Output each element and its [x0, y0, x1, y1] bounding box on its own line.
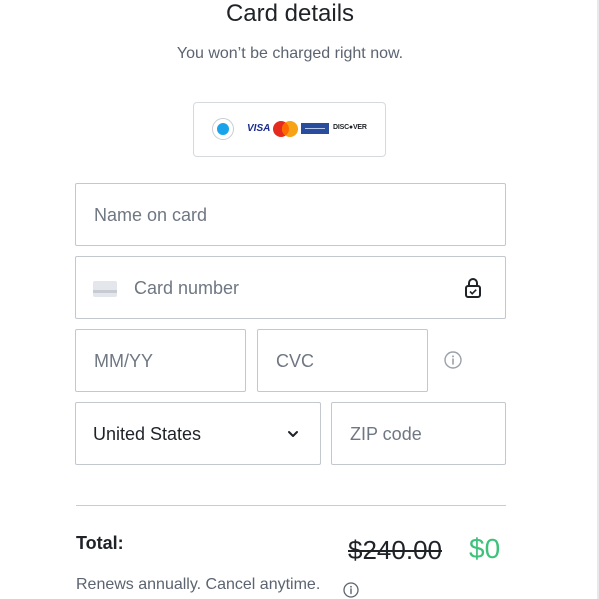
- credit-card-icon: [93, 281, 117, 297]
- card-number-field[interactable]: Card number: [75, 256, 506, 319]
- lock-icon: [465, 278, 481, 298]
- discounted-price: $0: [469, 533, 501, 564]
- expiry-placeholder: MM/YY: [94, 350, 154, 371]
- cvc-placeholder: CVC: [276, 350, 315, 371]
- page-subtitle: You won’t be charged right now.: [176, 45, 404, 62]
- original-price: $240.00: [348, 535, 442, 565]
- summary-divider: [76, 505, 506, 506]
- country-value: United States: [93, 423, 202, 444]
- payment-method-card[interactable]: VISA DISC●VER: [193, 102, 386, 157]
- cvc-field[interactable]: CVC: [257, 329, 428, 392]
- payment-method-radio[interactable]: [212, 118, 234, 140]
- cvc-info-icon[interactable]: [444, 351, 462, 369]
- radio-selected-dot: [217, 123, 229, 135]
- card-number-placeholder: Card number: [134, 277, 240, 298]
- renewal-info-icon[interactable]: [343, 582, 359, 598]
- total-label: Total:: [76, 533, 124, 553]
- zip-code-placeholder: ZIP code: [350, 423, 422, 444]
- chevron-down-icon: [288, 431, 298, 437]
- payment-page: Card details You won’t be charged right …: [0, 0, 599, 599]
- page-title: Card details: [225, 0, 355, 27]
- name-on-card-placeholder: Name on card: [94, 204, 208, 225]
- expiry-field[interactable]: MM/YY: [75, 329, 246, 392]
- discover-logo: DISC●VER: [333, 124, 367, 131]
- country-select[interactable]: United States: [75, 402, 321, 465]
- renewal-note: Renews annually. Cancel anytime.: [76, 576, 321, 593]
- name-on-card-field[interactable]: Name on card: [75, 183, 506, 246]
- zip-code-field[interactable]: ZIP code: [331, 402, 506, 465]
- amex-logo: [301, 123, 329, 134]
- mastercard-logo: [273, 121, 298, 137]
- visa-logo: VISA: [247, 123, 271, 134]
